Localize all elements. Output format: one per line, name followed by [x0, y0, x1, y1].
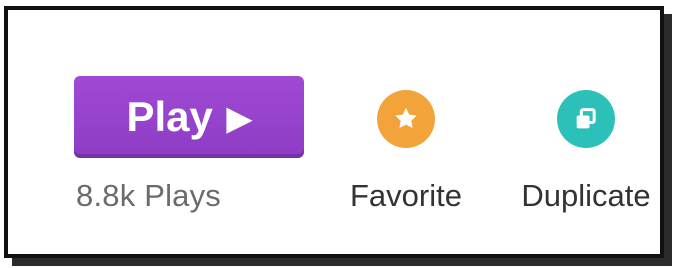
- play-label: Play: [126, 93, 213, 140]
- duplicate-button[interactable]: Duplicate: [506, 90, 666, 214]
- duplicate-label: Duplicate: [521, 178, 651, 213]
- favorite-label: Favorite: [350, 178, 462, 213]
- plays-count: 8.8k Plays: [76, 178, 222, 213]
- duplicate-icon: [557, 90, 615, 148]
- favorite-button[interactable]: Favorite: [326, 90, 486, 214]
- action-panel: Play ▶ 8.8k Plays Favorite Duplicate: [4, 6, 664, 258]
- play-button[interactable]: Play ▶: [74, 76, 304, 158]
- play-icon: ▶: [226, 100, 252, 136]
- star-icon: [377, 90, 435, 148]
